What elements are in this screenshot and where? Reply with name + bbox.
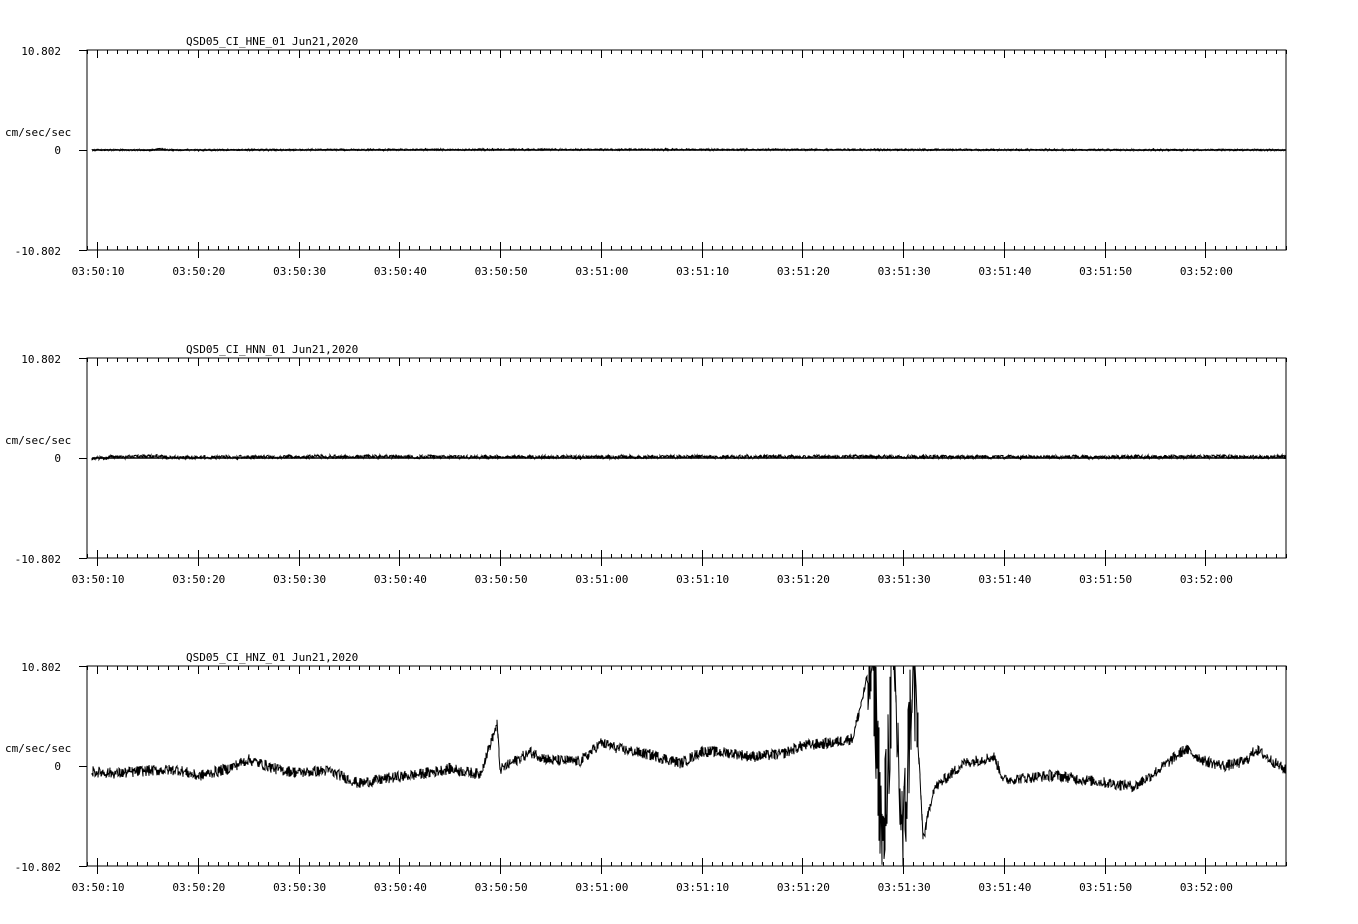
seismogram-figure: QSD05_CI_HNE_01 Jun21,2020 cm/sec/sec 10.8… — [5, 35, 1287, 894]
chart-title: QSD05_CI_HNZ_01 Jun21,2020 — [186, 651, 358, 664]
x-tick-label: 03:50:30 — [273, 265, 326, 278]
waveform-trace — [91, 665, 1287, 867]
y-tick-label-min: -10.802 — [15, 245, 61, 258]
x-tick-label: 03:51:10 — [676, 881, 729, 894]
y-axis-label: cm/sec/sec — [5, 434, 71, 447]
x-tick-label: 03:51:20 — [777, 881, 830, 894]
x-tick-label: 03:50:30 — [273, 573, 326, 586]
x-tick-label: 03:50:10 — [72, 881, 125, 894]
x-tick-label: 03:50:10 — [72, 265, 125, 278]
x-tick-label: 03:51:30 — [878, 573, 931, 586]
x-tick-label: 03:51:30 — [878, 881, 931, 894]
x-tick-label: 03:50:20 — [172, 881, 225, 894]
x-tick-label: 03:50:40 — [374, 881, 427, 894]
chart-title: QSD05_CI_HNN_01 Jun21,2020 — [186, 343, 358, 356]
seismogram-panel-2: QSD05_CI_HNN_01 Jun21,2020 cm/sec/sec 10.8… — [5, 343, 1287, 586]
x-tick-label: 03:50:50 — [475, 881, 528, 894]
y-tick-label-zero: 0 — [54, 452, 61, 465]
x-tick-label: 03:51:40 — [978, 881, 1031, 894]
x-tick-label: 03:50:20 — [172, 265, 225, 278]
y-tick-label-max: 10.802 — [21, 661, 61, 674]
x-tick-label: 03:51:30 — [878, 265, 931, 278]
x-tick-label: 03:50:50 — [475, 573, 528, 586]
x-tick-label: 03:51:20 — [777, 265, 830, 278]
x-tick-label: 03:50:40 — [374, 265, 427, 278]
y-tick-label-zero: 0 — [54, 760, 61, 773]
x-tick-label: 03:51:50 — [1079, 265, 1132, 278]
seismogram-panel-3: QSD05_CI_HNZ_01 Jun21,2020 cm/sec/sec 10.8… — [5, 651, 1287, 894]
x-tick-label: 03:50:30 — [273, 881, 326, 894]
waveform-trace — [91, 452, 1287, 462]
x-tick-label: 03:50:10 — [72, 573, 125, 586]
y-axis-label: cm/sec/sec — [5, 126, 71, 139]
x-tick-label: 03:51:00 — [575, 265, 628, 278]
x-tick-label: 03:51:40 — [978, 265, 1031, 278]
y-tick-label-max: 10.802 — [21, 45, 61, 58]
x-tick-label: 03:51:00 — [575, 881, 628, 894]
y-tick-label-min: -10.802 — [15, 553, 61, 566]
y-tick-label-zero: 0 — [54, 144, 61, 157]
x-tick-label: 03:51:20 — [777, 573, 830, 586]
x-tick-label: 03:51:10 — [676, 265, 729, 278]
y-tick-label-max: 10.802 — [21, 353, 61, 366]
x-tick-label: 03:51:00 — [575, 573, 628, 586]
x-tick-label: 03:50:40 — [374, 573, 427, 586]
x-tick-label: 03:51:10 — [676, 573, 729, 586]
x-tick-label: 03:51:50 — [1079, 881, 1132, 894]
x-tick-label: 03:52:00 — [1180, 573, 1233, 586]
x-tick-label: 03:50:20 — [172, 573, 225, 586]
x-tick-label: 03:50:50 — [475, 265, 528, 278]
chart-title: QSD05_CI_HNE_01 Jun21,2020 — [186, 35, 358, 48]
seismogram-panel-1: QSD05_CI_HNE_01 Jun21,2020 cm/sec/sec 10.8… — [5, 35, 1287, 278]
y-tick-label-min: -10.802 — [15, 861, 61, 874]
x-tick-label: 03:51:50 — [1079, 573, 1132, 586]
x-tick-label: 03:52:00 — [1180, 265, 1233, 278]
x-tick-label: 03:51:40 — [978, 573, 1031, 586]
x-tick-label: 03:52:00 — [1180, 881, 1233, 894]
y-axis-label: cm/sec/sec — [5, 742, 71, 755]
